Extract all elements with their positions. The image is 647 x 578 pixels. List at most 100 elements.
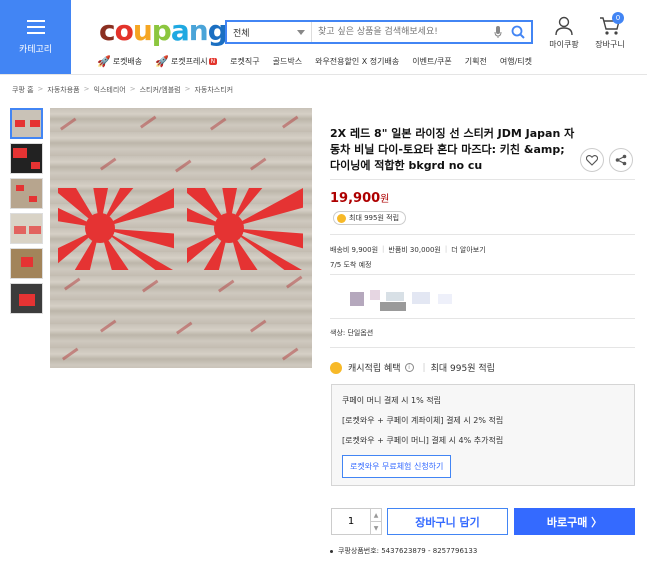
add-to-cart-button[interactable]: 장바구니 담기 <box>387 508 508 535</box>
share-button[interactable] <box>609 148 633 172</box>
logo-letter: o <box>114 14 134 47</box>
cart-button[interactable]: 0 장바구니 <box>592 12 628 50</box>
logo-letter: p <box>151 14 172 47</box>
breadcrumb: 쿠팡 홈 > 자동차용품 > 익스테리어 > 스티커/엠블럼 > 자동차스티커 <box>12 85 233 95</box>
thumbnail-5[interactable] <box>10 248 43 279</box>
thumbnail-2[interactable] <box>10 143 43 174</box>
nav-label: 와우전용할인 X 정기배송 <box>315 57 400 66</box>
nav-label: 로켓직구 <box>230 57 260 66</box>
divider <box>330 347 635 348</box>
rocket-icon: 🚀 <box>97 55 111 68</box>
blurred-banner <box>350 290 470 314</box>
nav-label: 골드박스 <box>272 57 303 66</box>
category-menu-button[interactable]: 카테고리 <box>0 0 71 74</box>
divider <box>330 318 635 319</box>
divider <box>330 234 635 235</box>
benefit-line: [로켓와우 + 쿠페이 머니] 결제 시 4% 추가적립 <box>342 436 504 445</box>
mypage-label: 마이쿠팡 <box>549 40 579 49</box>
chevron-right-icon: > <box>184 85 191 93</box>
cash-label: 캐시적립 혜택 <box>348 364 401 374</box>
thumbnail-6[interactable] <box>10 283 43 314</box>
chevron-right-icon: > <box>129 85 136 93</box>
shipping-info: 배송비 9,900원 | 반품비 30,000원 | 더 알아보기 <box>330 245 486 255</box>
learn-more-link[interactable]: 더 알아보기 <box>451 245 485 255</box>
header-divider <box>0 74 647 75</box>
nav-label: 로켓배송 <box>112 57 143 66</box>
benefit-box: 쿠페이 머니 결제 시 1% 적립 [로켓와우 + 쿠페이 계좌이체] 결제 시… <box>331 384 635 486</box>
user-icon <box>555 16 573 36</box>
product-number: 쿠팡상품번호: 5437623879 - 8257796133 <box>330 546 477 556</box>
product-main-image[interactable] <box>50 108 312 368</box>
hamburger-icon <box>26 19 45 34</box>
breadcrumb-item[interactable]: 쿠팡 홈 <box>12 85 34 95</box>
quantity-input[interactable] <box>332 509 370 534</box>
breadcrumb-item[interactable]: 익스테리어 <box>94 85 126 95</box>
price-value: 19,900 <box>330 191 381 206</box>
watermark-pattern <box>60 115 303 361</box>
product-number-text: 쿠팡상품번호: 5437623879 - 8257796133 <box>338 547 478 555</box>
reward-text: 최대 995원 적립 <box>349 214 400 222</box>
breadcrumb-item[interactable]: 자동차용품 <box>47 85 79 95</box>
price-unit: 원 <box>380 194 390 205</box>
category-label: 카테고리 <box>18 44 53 55</box>
nav-rocket-direct[interactable]: 로켓직구 <box>230 56 259 67</box>
nav-travel[interactable]: 여행/티켓 <box>500 56 532 67</box>
benefit-line: [로켓와우 + 쿠페이 계좌이체] 결제 시 2% 적립 <box>342 416 504 425</box>
thumbnail-3[interactable] <box>10 178 43 209</box>
logo-letter: g <box>207 14 228 47</box>
nav-wow-discount[interactable]: 와우전용할인 X 정기배송 <box>315 56 399 67</box>
nav-rocket-fresh[interactable]: 🚀 로켓프레시 N <box>155 55 218 68</box>
chevron-down-icon <box>297 29 305 35</box>
microphone-icon[interactable] <box>491 24 505 40</box>
cart-count-badge: 0 <box>612 12 624 24</box>
coupang-logo[interactable]: coupang <box>99 14 228 47</box>
divider <box>330 179 635 180</box>
thumbnail-list <box>10 108 44 318</box>
nav-label: 기획전 <box>464 57 487 66</box>
heart-icon <box>586 154 598 166</box>
nav-events[interactable]: 이벤트/쿠폰 <box>412 56 452 67</box>
nav-exhibitions[interactable]: 기획전 <box>465 56 487 67</box>
chevron-right-icon: > <box>83 85 90 93</box>
rocket-wow-trial-button[interactable]: 로켓와우 무료체험 신청하기 <box>342 455 452 478</box>
search-category-select[interactable]: 전체 <box>227 22 312 42</box>
reward-badge: 최대 995원 적립 <box>333 211 407 225</box>
nav-goldbox[interactable]: 골드박스 <box>273 56 302 67</box>
wishlist-button[interactable] <box>580 148 604 172</box>
benefit-line: 쿠페이 머니 결제 시 1% 적립 <box>342 396 442 405</box>
cash-reward-row: 캐시적립 혜택 i | 최대 995원 적립 <box>330 361 495 374</box>
search-category-value: 전체 <box>233 28 250 39</box>
logo-letter: a <box>170 14 190 47</box>
coin-icon <box>330 361 342 374</box>
breadcrumb-item[interactable]: 자동차스티커 <box>194 85 233 95</box>
coin-icon <box>337 213 346 223</box>
nav-label: 로켓프레시 <box>170 57 208 66</box>
mypage-button[interactable]: 마이쿠팡 <box>548 16 580 50</box>
nav-label: 이벤트/쿠폰 <box>412 57 452 66</box>
nav-rocket-delivery[interactable]: 🚀 로켓배송 <box>97 55 142 68</box>
breadcrumb-item[interactable]: 스티커/엠블럼 <box>140 85 181 95</box>
increment-icon[interactable]: ▲ <box>371 509 381 522</box>
logo-letter: n <box>188 14 209 47</box>
top-nav: 🚀 로켓배송 🚀 로켓프레시 N 로켓직구 골드박스 와우전용할인 X 정기배송 이벤… <box>97 55 545 68</box>
logo-letter: c <box>99 14 116 47</box>
cash-value: 최대 995원 적립 <box>430 364 495 374</box>
divider <box>330 274 635 275</box>
thumbnail-1[interactable] <box>10 108 43 139</box>
search-icon[interactable] <box>509 23 527 41</box>
new-badge: N <box>208 58 218 65</box>
logo-letter: u <box>132 14 153 47</box>
rocket-fresh-icon: 🚀 <box>155 55 169 68</box>
nav-label: 여행/티켓 <box>499 57 532 66</box>
product-title: 2X 레드 8" 일본 라이징 선 스티커 JDM Japan 자동차 비닐 다… <box>330 127 575 172</box>
buy-now-button[interactable]: 바로구매 〉 <box>514 508 635 535</box>
search-input[interactable] <box>312 22 491 42</box>
search-bar: 전체 <box>225 20 533 44</box>
decrement-icon[interactable]: ▼ <box>371 522 381 534</box>
thumbnail-4[interactable] <box>10 213 43 244</box>
shipping-fee: 배송비 9,900원 <box>330 246 379 254</box>
arrival-date: 7/5 도착 예정 <box>330 261 372 269</box>
quantity-stepper: ▲ ▼ <box>331 508 382 535</box>
info-icon[interactable]: i <box>404 363 414 372</box>
option-selector[interactable]: 색상: 단일옵션 <box>330 328 373 338</box>
